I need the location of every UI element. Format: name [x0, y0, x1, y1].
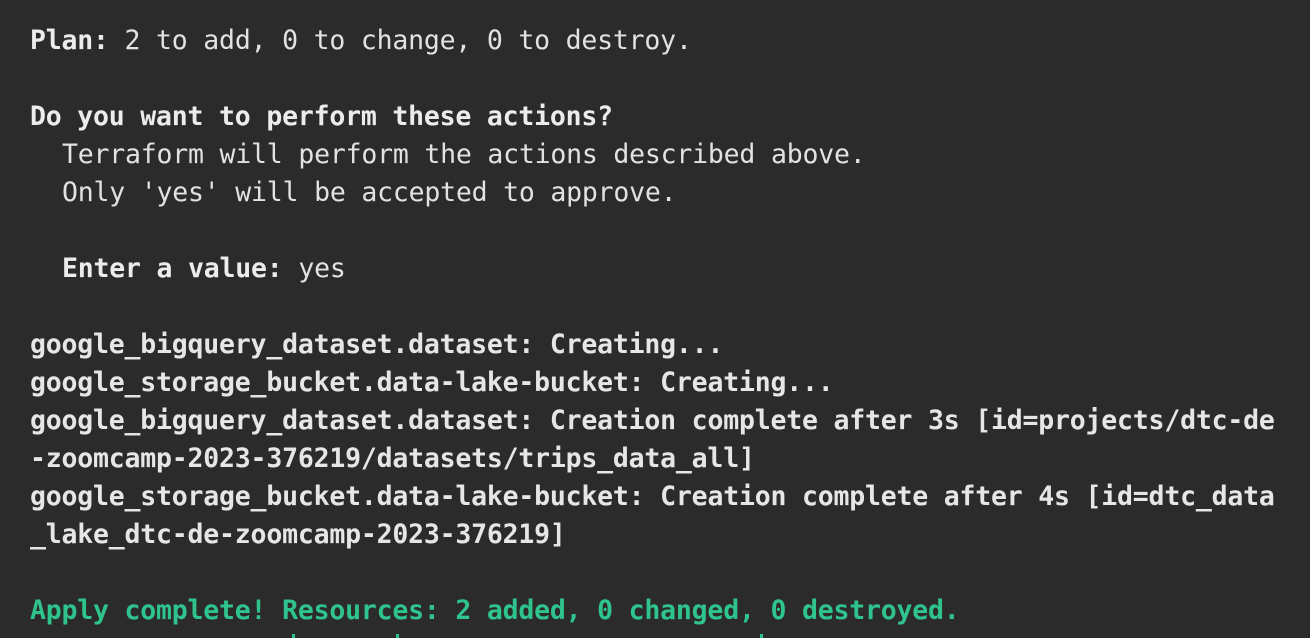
- confirm-question: Do you want to perform these actions?: [30, 101, 613, 132]
- log-line: google_storage_bucket.data-lake-bucket: …: [30, 478, 1310, 516]
- plan-label: Plan:: [30, 25, 109, 56]
- log-resource: google_storage_bucket.data-lake-bucket:: [30, 481, 645, 512]
- log-line: google_bigquery_dataset.dataset: Creatin…: [30, 326, 1310, 364]
- apply-complete-message: Apply complete! Resources: 2 added, 0 ch…: [30, 595, 960, 626]
- terminal-output[interactable]: Plan: 2 to add, 0 to change, 0 to destro…: [0, 0, 1310, 638]
- input-prompt-line[interactable]: Enter a value: yes: [30, 250, 1310, 288]
- log-message: Creation complete after 3s [id=projects/…: [534, 405, 1275, 436]
- log-message: Creating...: [644, 367, 834, 398]
- log-line: google_bigquery_dataset.dataset: Creatio…: [30, 402, 1310, 440]
- log-resource: google_bigquery_dataset.dataset:: [30, 329, 535, 360]
- plan-summary-text: 2 to add, 0 to change, 0 to destroy.: [108, 25, 692, 56]
- confirm-description-1: Terraform will perform the actions descr…: [62, 139, 866, 170]
- clipped-glyph: [396, 634, 399, 638]
- clipped-glyph: [292, 634, 295, 638]
- log-message: Creating...: [534, 329, 724, 360]
- input-value[interactable]: yes: [283, 253, 345, 284]
- log-line: google_storage_bucket.data-lake-bucket: …: [30, 364, 1310, 402]
- clipped-next-line: [30, 628, 830, 638]
- plan-summary-line: Plan: 2 to add, 0 to change, 0 to destro…: [30, 22, 1310, 60]
- log-resource: google_storage_bucket.data-lake-bucket:: [30, 367, 645, 398]
- confirm-description-2: Only 'yes' will be accepted to approve.: [62, 177, 677, 208]
- input-prompt-label: Enter a value:: [62, 253, 283, 284]
- log-resource: google_bigquery_dataset.dataset:: [30, 405, 535, 436]
- clipped-glyph: [760, 634, 763, 638]
- log-line-continuation: _lake_dtc-de-zoomcamp-2023-376219]: [30, 519, 566, 550]
- log-line-continuation: -zoomcamp-2023-376219/datasets/trips_dat…: [30, 443, 755, 474]
- log-message: Creation complete after 4s [id=dtc_data: [644, 481, 1275, 512]
